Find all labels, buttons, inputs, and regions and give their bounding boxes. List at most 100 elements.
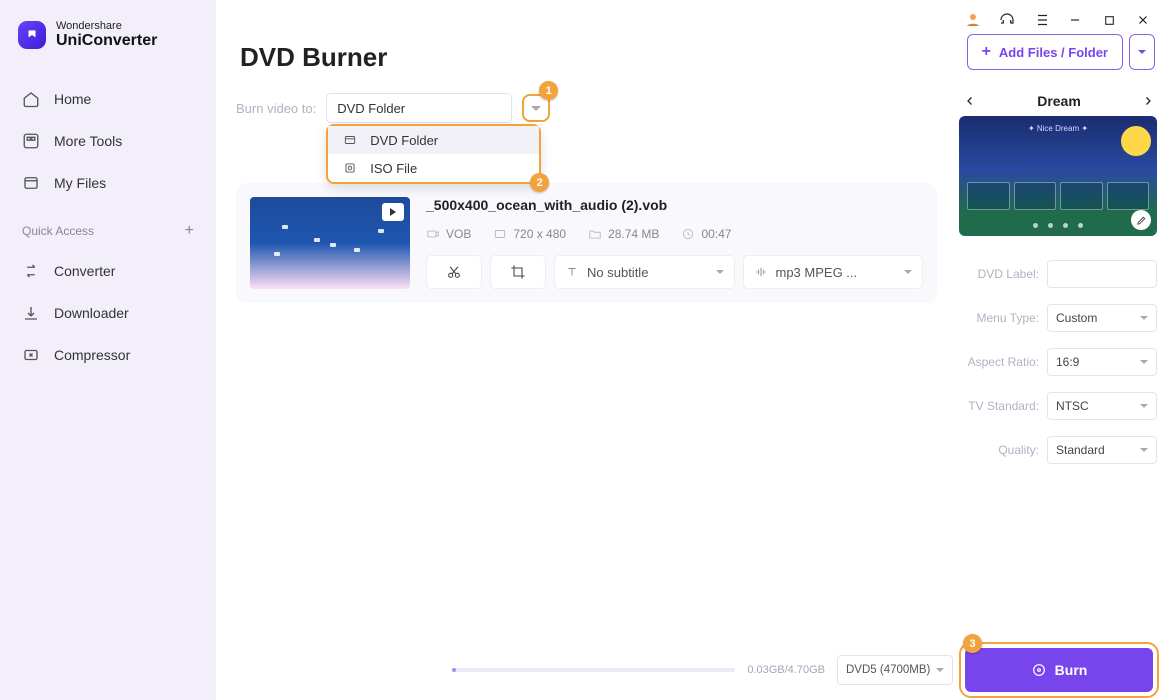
sidebar: Wondershare UniConverter Home More Tools…: [0, 0, 216, 700]
annotation-badge-3: 3: [963, 634, 982, 653]
download-icon: [22, 304, 40, 322]
plus-icon: +: [982, 43, 991, 61]
close-button[interactable]: [1133, 10, 1153, 30]
progress-text: 0.03GB/4.70GB: [747, 664, 825, 676]
burn-to-dropdown: DVD Folder ISO File 2: [326, 124, 541, 184]
nav-more-tools[interactable]: More Tools: [0, 120, 216, 162]
video-thumbnail[interactable]: [250, 197, 410, 289]
subtitle-select[interactable]: No subtitle: [554, 255, 735, 289]
preview-title: Dream: [1037, 93, 1081, 109]
folder-icon: [342, 132, 358, 148]
audio-select[interactable]: mp3 MPEG ...: [743, 255, 924, 289]
subtitle-value: No subtitle: [587, 265, 648, 280]
preview-header: Dream: [959, 86, 1159, 116]
main: DVD Burner Burn video to: DVD Folder DVD…: [216, 0, 1169, 700]
quick-access-add[interactable]: +: [185, 222, 194, 240]
quick-access-label: Quick Access: [22, 224, 94, 238]
dropdown-opt-dvd-folder[interactable]: DVD Folder: [328, 126, 539, 154]
converter-icon: [22, 262, 40, 280]
nav-converter[interactable]: Converter: [0, 250, 216, 292]
menu-icon[interactable]: [1031, 10, 1051, 30]
nav-label: Compressor: [54, 347, 130, 363]
burn-to-dropdown-toggle[interactable]: 1: [522, 94, 550, 122]
menu-preview[interactable]: ✦ Nice Dream ✦: [959, 116, 1157, 236]
trim-button[interactable]: [426, 255, 482, 289]
preview-decoration: [1121, 126, 1151, 156]
tools-icon: [22, 132, 40, 150]
nav-label: More Tools: [54, 133, 122, 149]
settings-form: DVD Label: Menu Type: Custom Aspect Rati…: [959, 260, 1159, 464]
quality-select[interactable]: Standard: [1047, 436, 1157, 464]
camera-icon: [426, 227, 440, 241]
progress-bar: [452, 668, 735, 672]
file-size: 28.74 MB: [608, 227, 659, 241]
file-toolbar: No subtitle mp3 MPEG ...: [426, 255, 923, 289]
add-files-button[interactable]: + Add Files / Folder: [967, 34, 1123, 70]
disc-icon: [1031, 662, 1047, 678]
aspect-ratio-select[interactable]: 16:9: [1047, 348, 1157, 376]
minimize-button[interactable]: [1065, 10, 1085, 30]
brand-top: Wondershare: [56, 20, 157, 32]
iso-icon: [342, 160, 358, 176]
brand-bottom: UniConverter: [56, 32, 157, 50]
files-icon: [22, 174, 40, 192]
burn-to-value: DVD Folder: [337, 101, 405, 116]
burn-to-select[interactable]: DVD Folder: [326, 93, 512, 123]
menu-type-select[interactable]: Custom: [1047, 304, 1157, 332]
burn-label: Burn: [1055, 662, 1088, 678]
duration-icon: [681, 227, 695, 241]
burn-button[interactable]: Burn: [965, 648, 1153, 692]
avatar-icon[interactable]: [963, 10, 983, 30]
nav-home[interactable]: Home: [0, 78, 216, 120]
maximize-button[interactable]: [1099, 10, 1119, 30]
dropdown-opt-iso[interactable]: ISO File: [328, 154, 539, 182]
annotation-badge-1: 1: [539, 81, 558, 100]
chevron-down-icon: [904, 270, 912, 274]
app-logo-icon: [18, 21, 46, 49]
compressor-icon: [22, 346, 40, 364]
folder-size-icon: [588, 227, 602, 241]
nav-label: My Files: [54, 175, 106, 191]
prev-template-button[interactable]: [961, 92, 979, 110]
chevron-down-icon: [716, 270, 724, 274]
chevron-down-icon: [936, 668, 944, 672]
quick-access-header: Quick Access +: [0, 204, 216, 250]
home-icon: [22, 90, 40, 108]
file-resolution: 720 x 480: [513, 227, 566, 241]
tv-standard-select[interactable]: NTSC: [1047, 392, 1157, 420]
quality-label: Quality:: [961, 443, 1039, 457]
dvd-label-label: DVD Label:: [961, 267, 1039, 281]
right-panel: + Add Files / Folder Dream ✦ Nice Dream …: [953, 34, 1169, 700]
chevron-down-icon: [1138, 50, 1146, 54]
nav-label: Converter: [54, 263, 115, 279]
add-files-dropdown[interactable]: [1129, 34, 1155, 70]
footer: 0.03GB/4.70GB DVD5 (4700MB) 3 Burn: [432, 640, 1169, 700]
crop-button[interactable]: [490, 255, 546, 289]
chevron-down-icon: [1140, 360, 1148, 364]
titlebar: [216, 0, 1169, 34]
disc-type-select[interactable]: DVD5 (4700MB): [837, 655, 953, 685]
nav-label: Home: [54, 91, 91, 107]
burn-to-label: Burn video to:: [236, 101, 316, 116]
text-icon: [565, 265, 579, 279]
support-icon[interactable]: [997, 10, 1017, 30]
file-format: VOB: [446, 227, 471, 241]
audio-icon: [754, 265, 768, 279]
brand: Wondershare UniConverter: [0, 14, 216, 78]
page-title: DVD Burner: [236, 34, 937, 93]
aspect-ratio-label: Aspect Ratio:: [961, 355, 1039, 369]
edit-menu-button[interactable]: [1131, 210, 1151, 230]
chevron-down-icon: [1140, 448, 1148, 452]
next-template-button[interactable]: [1139, 92, 1157, 110]
nav-my-files[interactable]: My Files: [0, 162, 216, 204]
dvd-label-input[interactable]: [1047, 260, 1157, 288]
chevron-down-icon: [1140, 316, 1148, 320]
resolution-icon: [493, 227, 507, 241]
nav-downloader[interactable]: Downloader: [0, 292, 216, 334]
file-name: _500x400_ocean_with_audio (2).vob: [426, 197, 923, 213]
file-duration: 00:47: [701, 227, 731, 241]
tv-standard-label: TV Standard:: [961, 399, 1039, 413]
center-panel: DVD Burner Burn video to: DVD Folder DVD…: [216, 34, 953, 700]
nav-compressor[interactable]: Compressor: [0, 334, 216, 376]
preview-caption: ✦ Nice Dream ✦: [1028, 124, 1088, 133]
